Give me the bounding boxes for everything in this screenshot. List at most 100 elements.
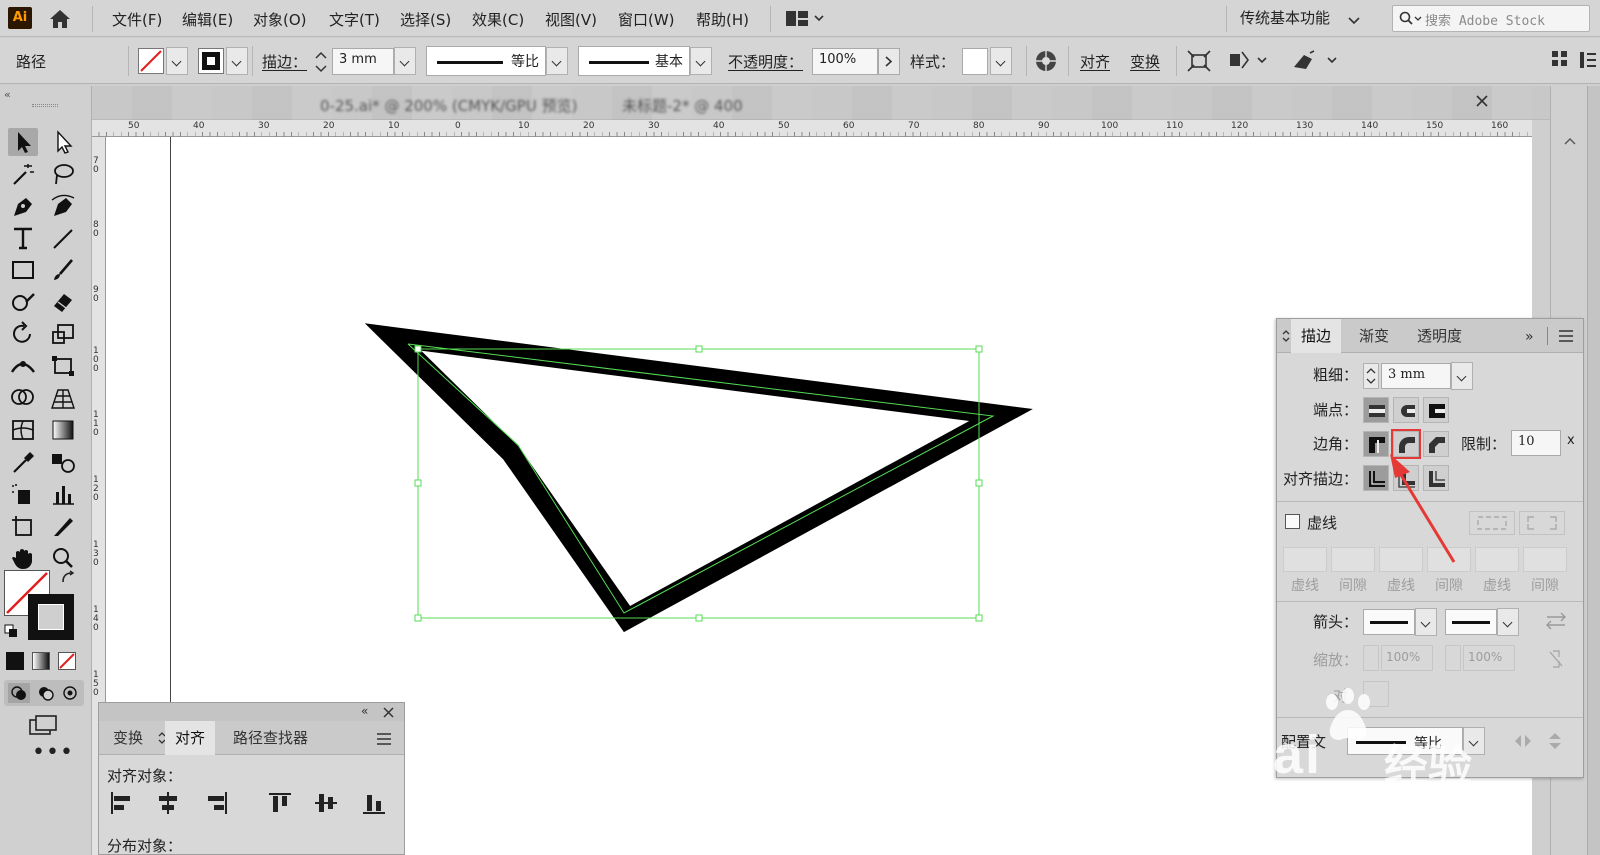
envelope-distort-icon[interactable] xyxy=(1290,49,1342,73)
horizontal-ruler[interactable]: 50 40 30 20 10 0 10 20 30 40 50 60 70 80… xyxy=(92,120,1532,137)
type-tool-icon[interactable] xyxy=(8,224,38,252)
screen-mode-icon[interactable] xyxy=(28,714,58,736)
vertical-scrollbar[interactable] xyxy=(1587,86,1600,855)
pen-tool-icon[interactable] xyxy=(8,192,38,220)
swap-fill-stroke-icon[interactable] xyxy=(60,570,76,586)
graphic-style-dropdown[interactable] xyxy=(990,47,1012,75)
swap-arrowheads-icon[interactable] xyxy=(1545,611,1567,631)
magic-wand-tool-icon[interactable] xyxy=(8,160,38,188)
align-right-icon[interactable] xyxy=(203,791,229,815)
blend-tool-icon[interactable] xyxy=(48,448,78,476)
scale-start-input[interactable]: 100% xyxy=(1381,645,1433,671)
opacity-link[interactable]: 不透明度： xyxy=(728,51,803,72)
isolate-selected-icon[interactable] xyxy=(1186,49,1212,73)
menu-file[interactable]: 文件(F) xyxy=(112,9,162,30)
transform-link[interactable]: 变换 xyxy=(1130,51,1160,72)
stroke-link[interactable]: 描边： xyxy=(262,51,307,72)
zoom-tool-icon[interactable] xyxy=(48,544,78,572)
close-document-icon[interactable] xyxy=(1475,94,1489,108)
panel-menu-icon[interactable] xyxy=(1559,330,1573,342)
lasso-tool-icon[interactable] xyxy=(48,160,78,188)
flip-across-icon[interactable] xyxy=(1547,731,1563,751)
arrange-documents-icon[interactable] xyxy=(786,10,826,28)
graphic-style-swatch[interactable] xyxy=(962,48,988,75)
eraser-tool-icon[interactable] xyxy=(48,288,78,316)
shaper-tool-icon[interactable] xyxy=(8,288,38,316)
gap-1-input[interactable] xyxy=(1331,547,1375,572)
direct-selection-tool-icon[interactable] xyxy=(48,128,78,156)
stroke-stepper-icon[interactable] xyxy=(314,48,328,76)
variable-width-profile[interactable]: 等比 xyxy=(426,46,546,76)
arrange-objects-icon[interactable] xyxy=(1226,49,1272,73)
start-arrowhead-dropdown[interactable] xyxy=(1415,608,1437,636)
panel-menu-icon[interactable] xyxy=(1580,50,1596,70)
selection-tool-icon[interactable] xyxy=(8,128,38,156)
align-link[interactable]: 对齐 xyxy=(1080,51,1110,72)
none-mode-button[interactable] xyxy=(58,652,76,670)
profile-dropdown[interactable] xyxy=(546,47,568,75)
symbol-sprayer-tool-icon[interactable] xyxy=(8,480,38,508)
tab-stroke[interactable]: 描边 xyxy=(1291,319,1342,353)
stroke-dropdown[interactable] xyxy=(226,47,248,75)
toolbar-grip[interactable] xyxy=(32,104,58,107)
dash-1-input[interactable] xyxy=(1283,547,1327,572)
stroke-weight-dropdown[interactable] xyxy=(394,47,416,75)
hand-tool-icon[interactable] xyxy=(8,544,38,572)
tab-pathfinder[interactable]: 路径查找器 xyxy=(223,721,318,755)
end-arrowhead-select[interactable] xyxy=(1445,609,1497,635)
stroke-weight-input[interactable]: 3 mm xyxy=(332,48,394,75)
home-icon[interactable] xyxy=(46,6,74,32)
recolor-artwork-icon[interactable] xyxy=(1034,49,1058,73)
menu-select[interactable]: 选择(S) xyxy=(400,9,451,30)
shape-builder-tool-icon[interactable] xyxy=(8,384,38,412)
scale-start-stepper[interactable] xyxy=(1363,645,1379,671)
align-vertical-center-icon[interactable] xyxy=(313,791,339,815)
projecting-cap-button[interactable] xyxy=(1423,397,1449,423)
tab-align[interactable]: 对齐 xyxy=(165,721,216,755)
free-transform-tool-icon[interactable] xyxy=(48,352,78,380)
end-arrowhead-dropdown[interactable] xyxy=(1497,608,1519,636)
menu-window[interactable]: 窗口(W) xyxy=(618,9,675,30)
gradient-mode-button[interactable] xyxy=(32,652,50,670)
panel-menu-icon[interactable] xyxy=(377,733,391,745)
start-arrowhead-select[interactable] xyxy=(1363,609,1415,635)
link-scale-icon[interactable] xyxy=(1547,649,1565,669)
panel-expand-icon[interactable]: » xyxy=(1525,329,1534,345)
scale-end-input[interactable]: 100% xyxy=(1463,645,1515,671)
width-tool-icon[interactable] xyxy=(8,352,38,380)
preserve-dash-icon[interactable] xyxy=(1469,511,1515,535)
opacity-expand-button[interactable] xyxy=(878,48,900,75)
tab-transparency[interactable]: 透明度 xyxy=(1407,319,1472,353)
document-tab-active[interactable]: 0-25.ai* @ 200% (CMYK/GPU 预览) xyxy=(320,95,577,116)
scale-tool-icon[interactable] xyxy=(48,320,78,348)
paintbrush-tool-icon[interactable] xyxy=(48,256,78,284)
chevron-down-icon[interactable] xyxy=(1348,14,1360,25)
flip-along-icon[interactable] xyxy=(1513,733,1533,749)
default-fill-stroke-icon[interactable] xyxy=(4,624,18,638)
gap-3-input[interactable] xyxy=(1523,547,1567,572)
stroke-swatch[interactable] xyxy=(198,48,224,74)
butt-cap-button[interactable] xyxy=(1363,397,1389,423)
align-horizontal-center-icon[interactable] xyxy=(155,791,181,815)
menu-edit[interactable]: 编辑(E) xyxy=(182,9,233,30)
weight-stepper[interactable] xyxy=(1363,363,1379,389)
stock-search-input[interactable]: 搜索 Adobe Stock xyxy=(1392,5,1590,32)
weight-input[interactable]: 3 mm xyxy=(1381,363,1451,389)
workspace-switcher[interactable]: 传统基本功能 xyxy=(1240,7,1330,28)
align-dash-corners-icon[interactable] xyxy=(1519,511,1565,535)
menu-type[interactable]: 文字(T) xyxy=(329,9,380,30)
collapse-toolbar-icon[interactable]: « xyxy=(4,88,11,101)
collapse-panel-icon[interactable]: « xyxy=(361,704,368,718)
line-tool-icon[interactable] xyxy=(48,224,78,252)
drawing-modes[interactable] xyxy=(4,680,84,706)
dashed-line-checkbox[interactable] xyxy=(1285,514,1300,529)
rectangle-tool-icon[interactable] xyxy=(8,256,38,284)
align-bottom-icon[interactable] xyxy=(361,791,387,815)
panel-options-toggle-icon[interactable] xyxy=(1281,329,1291,343)
menu-effect[interactable]: 效果(C) xyxy=(472,9,524,30)
align-panel-titlebar[interactable] xyxy=(99,703,404,721)
brush-definition[interactable]: 基本 xyxy=(578,46,690,76)
curvature-tool-icon[interactable] xyxy=(48,192,78,220)
round-cap-button[interactable] xyxy=(1393,397,1419,423)
more-tools-icon[interactable]: ••• xyxy=(32,742,74,764)
